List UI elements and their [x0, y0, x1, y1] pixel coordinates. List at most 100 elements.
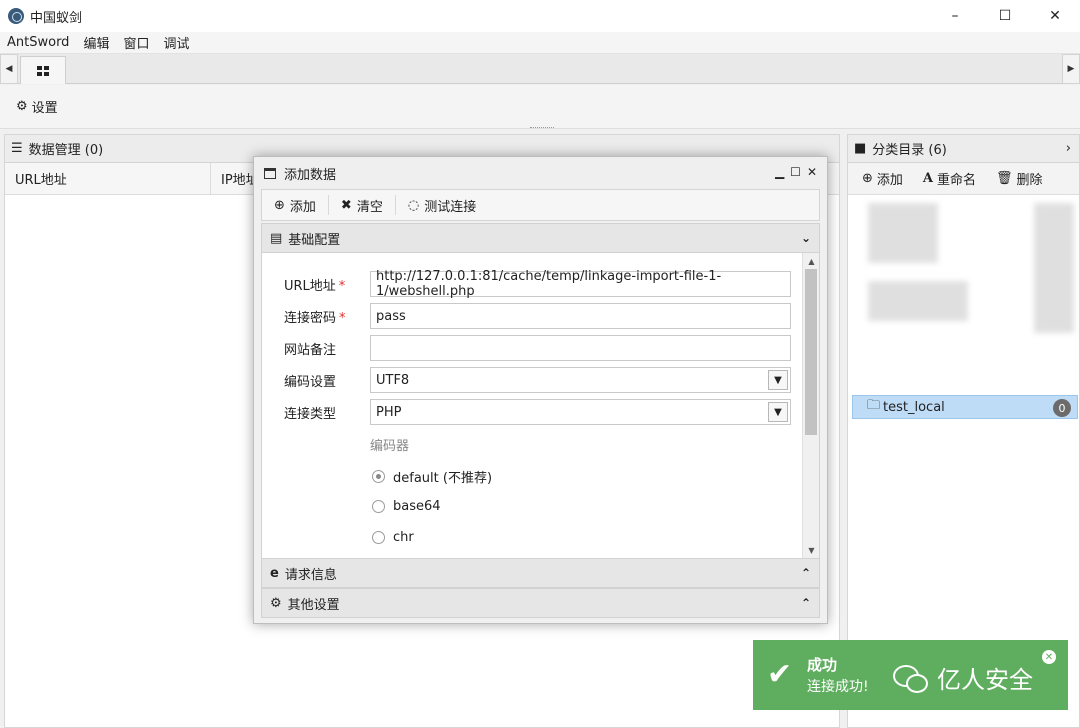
password-input[interactable]: pass [370, 303, 791, 329]
url-label: URL地址 * [284, 278, 346, 294]
category-rename-button[interactable]: A 重命名 [923, 169, 976, 188]
menu-window[interactable]: 窗口 [116, 33, 156, 52]
dialog-maximize-button[interactable]: ☐ [790, 165, 801, 179]
encoding-value: UTF8 [376, 372, 410, 388]
type-select[interactable]: PHP ▼ [370, 399, 791, 425]
folder-open-icon: 🗀 [867, 398, 881, 413]
chevron-right-icon[interactable]: › [1066, 141, 1071, 156]
scroll-down-icon[interactable]: ▼ [803, 543, 819, 557]
dialog-add-label: 添加 [289, 199, 316, 215]
chevron-down-icon: ⌄ [800, 231, 811, 245]
encoding-label: 编码设置 [284, 374, 337, 390]
grid-icon [37, 65, 49, 76]
settings-button[interactable]: ⚙ 设置 [16, 97, 58, 116]
menu-debug[interactable]: 调试 [156, 33, 196, 52]
gear-icon: ⚙ [16, 99, 28, 114]
scroll-up-icon[interactable]: ▲ [803, 254, 819, 268]
add-data-dialog: 添加数据 ▁ ☐ ✕ ⊕ 添加 ✖ 清空 ◌ 测试连接 ▤ 基础配置 ⌄ URL… [253, 156, 828, 624]
menu-edit[interactable]: 编辑 [76, 33, 116, 52]
tab-scroll-left-button[interactable]: ◀ [0, 54, 18, 84]
maximize-button[interactable]: ☐ [980, 0, 1030, 32]
password-row: 连接密码 * [284, 303, 372, 329]
encoder-option-base64[interactable]: base64 [372, 499, 441, 514]
dialog-clear-label: 清空 [356, 199, 383, 215]
panel-splitter[interactable] [530, 127, 554, 130]
radio-checked-icon[interactable] [372, 470, 385, 483]
other-settings-section-header[interactable]: ⚙ 其他设置 ⌃ [261, 588, 820, 618]
radio-icon[interactable] [372, 531, 385, 544]
minimize-button[interactable]: – [930, 0, 980, 32]
basic-config-section-header[interactable]: ▤ 基础配置 ⌄ [261, 223, 820, 253]
folder-icon: ■ [854, 141, 867, 156]
watermark-text: 亿人安全 [937, 666, 1033, 694]
settings-label: 设置 [31, 101, 58, 116]
dialog-add-button[interactable]: ⊕ 添加 [274, 195, 329, 215]
dialog-clear-button[interactable]: ✖ 清空 [341, 195, 396, 215]
dialog-test-connection-button[interactable]: ◌ 测试连接 [408, 195, 488, 215]
encoder-title: 编码器 [370, 439, 410, 454]
category-item-test-local[interactable]: 🗀 test_local 0 [852, 395, 1078, 419]
basic-config-title: 基础配置 [288, 232, 341, 248]
category-list: 🗀 test_local 0 [848, 195, 1079, 419]
url-row: URL地址 * [284, 271, 372, 297]
plus-circle-icon: ⊕ [274, 197, 285, 213]
column-url[interactable]: URL地址 [5, 162, 211, 195]
window-title: 中国蚁剑 [30, 10, 83, 26]
edge-icon: e [270, 565, 279, 581]
wechat-icon [893, 663, 929, 693]
category-add-label: 添加 [876, 173, 903, 188]
note-label: 网站备注 [284, 342, 337, 358]
dialog-minimize-button[interactable]: ▁ [775, 165, 784, 179]
window-icon [264, 167, 276, 179]
dialog-test-label: 测试连接 [424, 199, 477, 215]
file-icon: ▤ [270, 230, 283, 246]
type-row: 连接类型 [284, 399, 372, 425]
toast-close-button[interactable]: ✕ [1042, 650, 1056, 664]
close-button[interactable]: ✕ [1030, 0, 1080, 32]
x-icon: ✖ [340, 197, 352, 213]
radio-icon[interactable] [372, 500, 385, 513]
spinner-icon: ◌ [407, 197, 420, 213]
chevron-up-icon: ⌃ [800, 596, 811, 610]
note-input[interactable] [370, 335, 791, 361]
type-value: PHP [376, 404, 402, 420]
url-input[interactable]: http://127.0.0.1:81/cache/temp/linkage-i… [370, 269, 791, 299]
type-label: 连接类型 [284, 406, 337, 422]
menu-bar: AntSword 编辑 窗口 调试 [0, 32, 1080, 54]
scrollbar-thumb[interactable] [805, 269, 817, 435]
checkmark-icon: ✔ [767, 657, 793, 692]
data-panel-title: 数据管理 (0) [28, 143, 104, 158]
note-row: 网站备注 [284, 335, 372, 361]
tab-scroll-right-button[interactable]: ▶ [1062, 54, 1080, 84]
watermark: 亿人安全 [893, 660, 1033, 695]
category-add-button[interactable]: ⊕ 添加 [862, 169, 903, 188]
form-scrollbar[interactable]: ▲ ▼ [802, 253, 819, 558]
count-badge: 0 [1053, 399, 1071, 417]
gears-icon: ⚙ [270, 595, 282, 611]
dialog-title: 添加数据 [284, 167, 337, 183]
encoding-select[interactable]: UTF8 ▼ [370, 367, 791, 393]
window-controls: – ☐ ✕ [930, 0, 1080, 32]
title-bar: 中国蚁剑 – ☐ ✕ [0, 0, 1080, 32]
list-icon: ☰ [11, 141, 23, 156]
encoder-option-label: base64 [393, 499, 441, 514]
encoder-option-label: default (不推荐) [393, 471, 493, 486]
basic-config-form: URL地址 * http://127.0.0.1:81/cache/temp/li… [261, 253, 820, 558]
encoder-option-chr[interactable]: chr [372, 530, 414, 545]
request-info-section-header[interactable]: e 请求信息 ⌃ [261, 558, 820, 588]
dialog-close-button[interactable]: ✕ [807, 165, 817, 179]
encoder-option-label: chr [393, 530, 414, 545]
plus-circle-icon: ⊕ [862, 171, 873, 186]
chevron-up-icon: ⌃ [800, 566, 811, 580]
tab-home[interactable] [20, 56, 66, 84]
encoder-option-default[interactable]: default (不推荐) [372, 467, 492, 486]
chevron-down-icon: ▼ [768, 370, 788, 390]
blurred-category-item [868, 203, 938, 263]
font-icon: A [922, 171, 934, 186]
menu-antsword[interactable]: AntSword [0, 35, 76, 50]
category-delete-button[interactable]: 🗑 删除 [996, 169, 1043, 188]
category-panel-title: 分类目录 (6) [872, 143, 947, 158]
encoding-row: 编码设置 [284, 367, 372, 393]
dialog-title-bar[interactable]: 添加数据 ▁ ☐ ✕ [254, 157, 827, 189]
toast-message: 连接成功! [807, 679, 869, 695]
